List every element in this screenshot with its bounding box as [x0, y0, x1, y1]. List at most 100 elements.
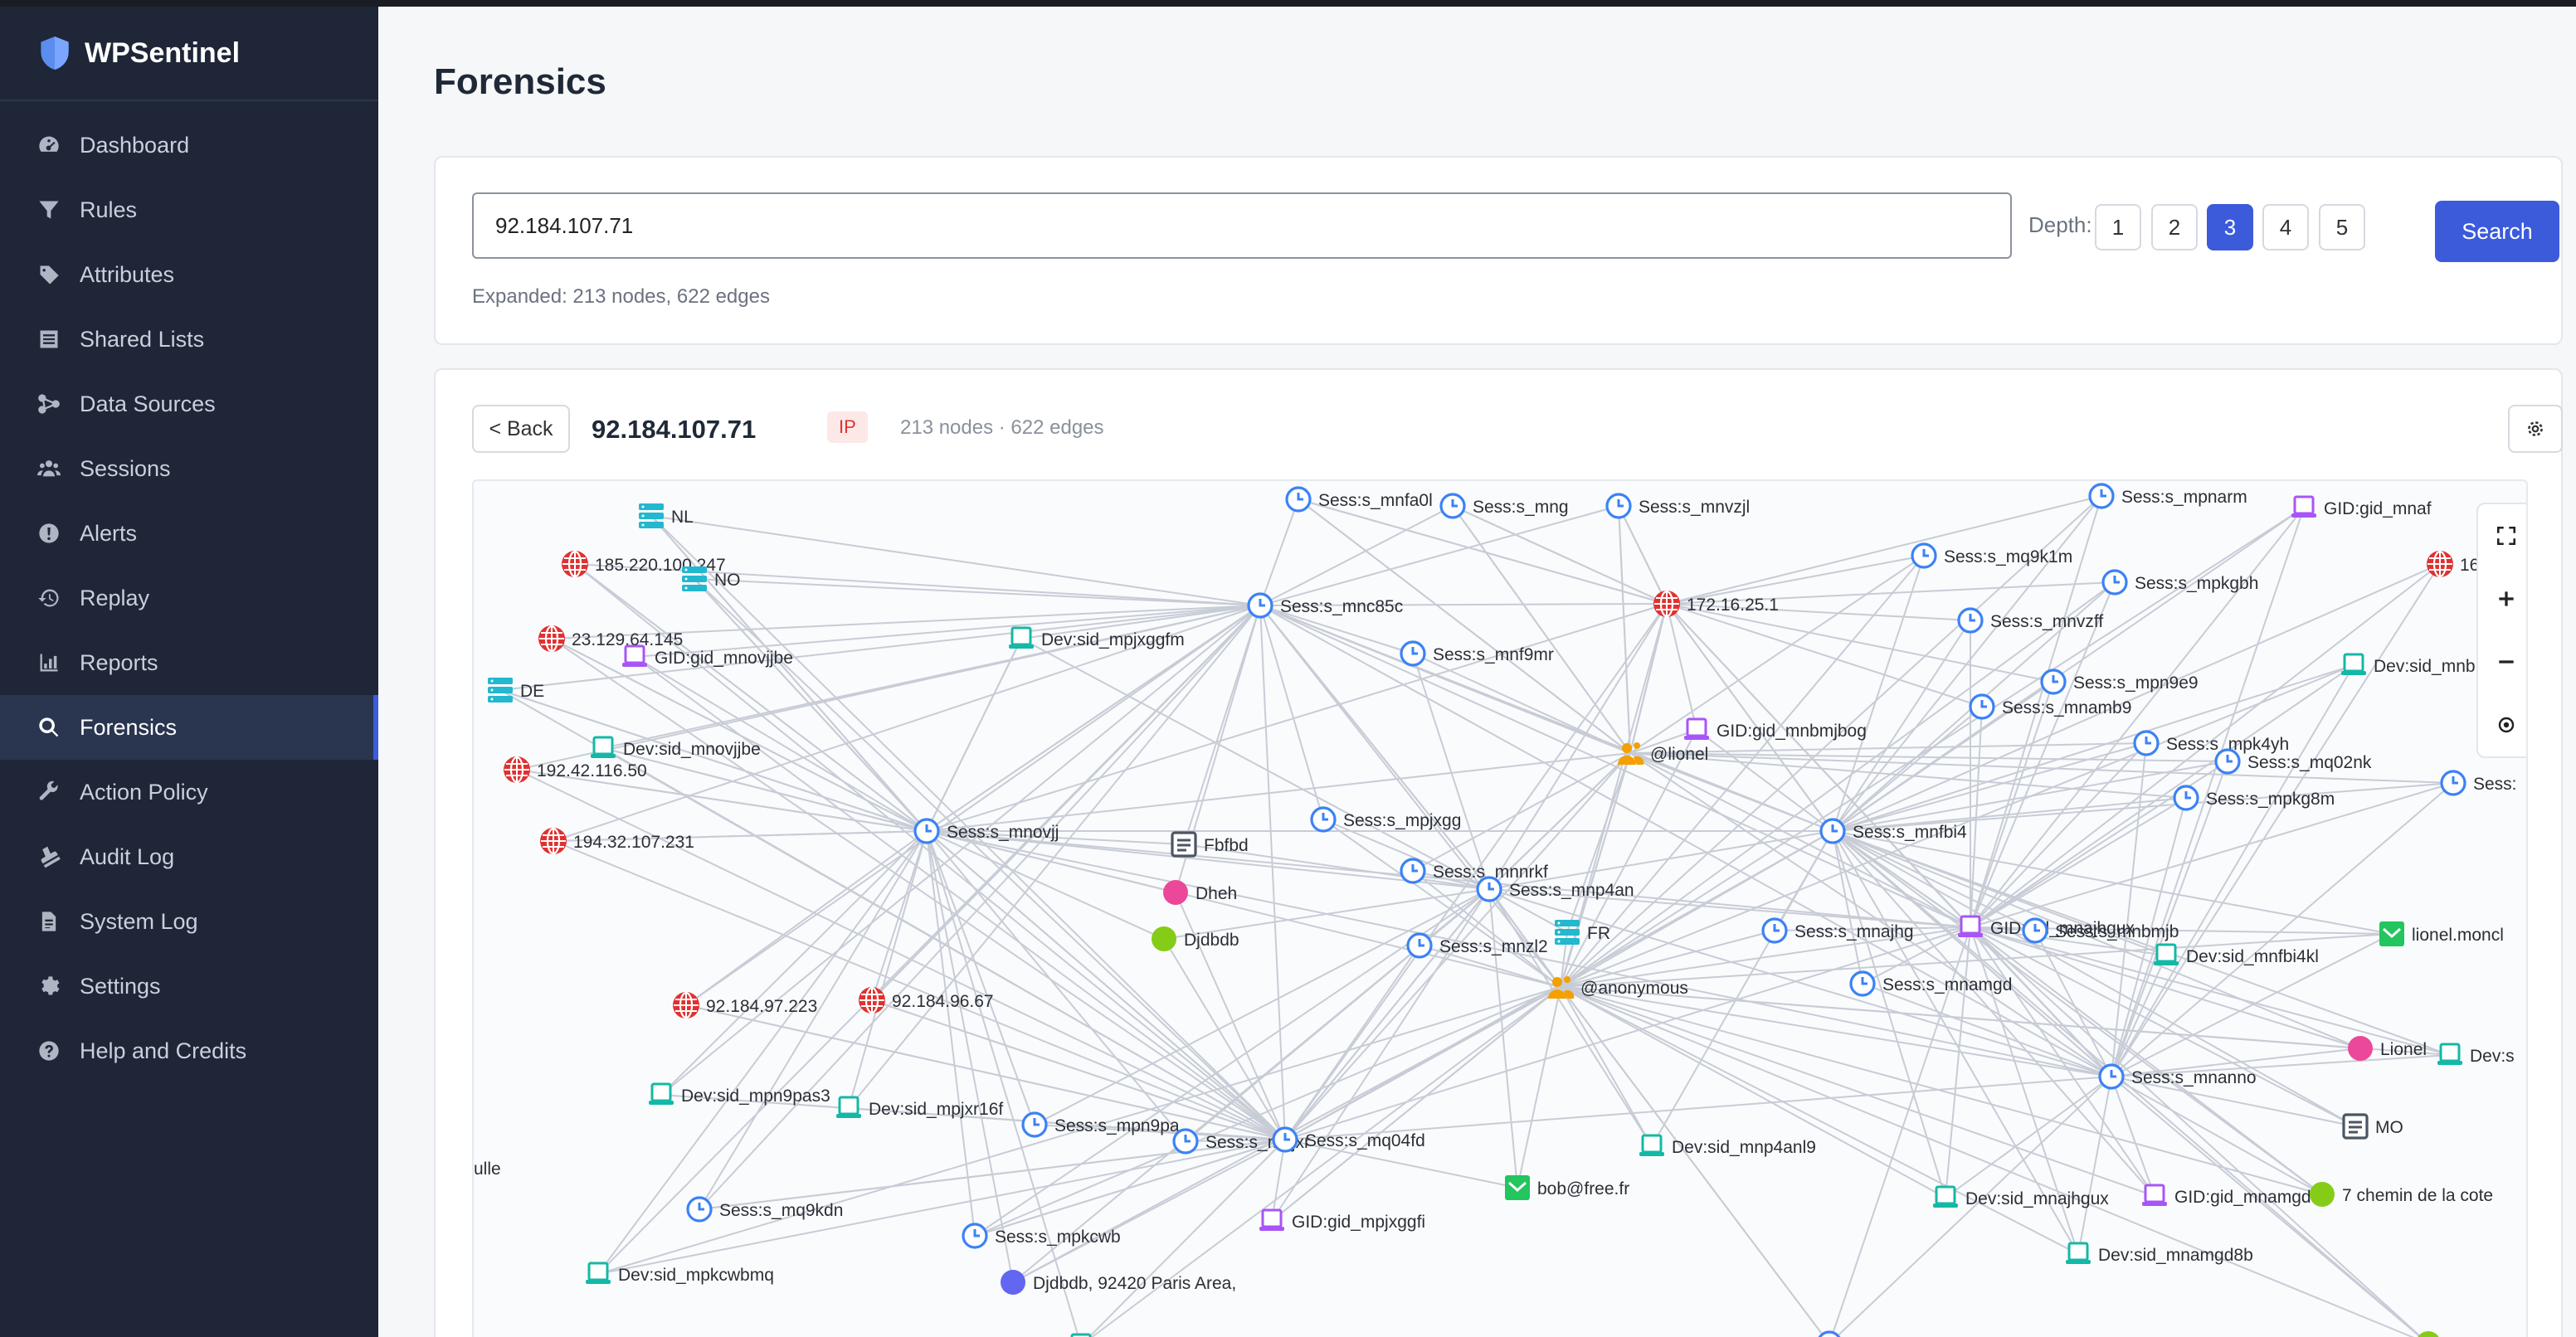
graph-node-ip[interactable]: 92.184.97.223 [673, 991, 817, 1019]
graph-node-device[interactable]: Dev:sid_mpn9pas3 [649, 1082, 830, 1106]
graph-svg[interactable]: NL185.220.100.247NO23.129.64.145GID:gid_… [474, 481, 2528, 1337]
sidebar-item-sessions[interactable]: Sessions [0, 436, 378, 501]
graph-node-ip[interactable]: 194.32.107.231 [540, 827, 694, 855]
depth-button-5[interactable]: 5 [2319, 204, 2365, 250]
graph-node-device[interactable]: Dev:sid_mnajhgux [1933, 1185, 2109, 1208]
zoom-out-icon[interactable] [2478, 630, 2526, 693]
graph-node-session[interactable]: Sess:s_mnanno [2098, 1063, 2257, 1090]
graph-node-session[interactable]: Sess:s_mnc85c [1247, 592, 1403, 619]
sidebar-item-label: Sessions [80, 455, 171, 481]
graph-node-lime[interactable]: Djdbdb [1152, 926, 1239, 951]
sidebar-item-reports[interactable]: Reports [0, 630, 378, 695]
sidebar-item-data-sources[interactable]: Data Sources [0, 372, 378, 436]
graph-node-session[interactable]: Sess:s_mnvzff [1957, 607, 2103, 634]
graph-node-session[interactable]: Sess:s_mnvzjl [1605, 493, 1750, 519]
graph-node-session[interactable]: Sess:s_mnajhg [1761, 917, 1914, 944]
graph-node-session[interactable]: Sess:s_mnzl2 [1406, 932, 1548, 959]
sidebar-item-action-policy[interactable]: Action Policy [0, 760, 378, 824]
graph-edge [1452, 505, 1668, 605]
graph-node-lime[interactable]: 4 rue pi [2416, 1331, 2506, 1337]
graph-node-device[interactable]: Dev:s [2437, 1043, 2515, 1066]
search-button[interactable]: Search [2435, 201, 2559, 262]
wrench-icon [37, 780, 61, 805]
graph-canvas[interactable]: NL 185.220.100.247 NO 23.129.64.145 GID:gid_… [472, 479, 2528, 1337]
graph-node-gid[interactable]: GID:gid_mnamgd8b [2142, 1184, 2330, 1207]
graph-node-pink[interactable]: Lionel [2348, 1036, 2427, 1061]
back-button[interactable]: < Back [472, 405, 570, 453]
depth-button-2[interactable]: 2 [2151, 204, 2198, 250]
graph-node-session[interactable]: Sess:s_mpk4yh [2133, 730, 2289, 756]
graph-node-session[interactable]: Sess:s_mpkg8m [2173, 785, 2335, 811]
graph-node-gid[interactable]: GID:gid_mnbmjbog [1684, 717, 1867, 741]
graph-node-label: 7 chemin de la cote [2342, 1186, 2493, 1205]
graph-edge [660, 830, 928, 1096]
graph-node-device[interactable]: Dev:sid_mpjxr16f [836, 1096, 1003, 1119]
sidebar-item-dashboard[interactable]: Dashboard [0, 113, 378, 177]
sidebar-item-label: Dashboard [80, 132, 190, 158]
graph-node-email[interactable]: lionel.moncl [2379, 921, 2504, 946]
sidebar-item-system-log[interactable]: System Log [0, 889, 378, 954]
zoom-in-icon[interactable] [2478, 567, 2526, 630]
graph-node-device[interactable]: Dev:sid_mnb [2341, 653, 2476, 676]
sidebar-item-replay[interactable]: Replay [0, 566, 378, 630]
graph-node-lime[interactable]: 7 chemin de la cote [2310, 1182, 2493, 1207]
sidebar-item-label: Attributes [80, 261, 175, 287]
graph-node-session[interactable]: Sess:s_mnovjj [913, 818, 1059, 844]
graph-node-session[interactable]: Sess:s_mnamgd [1849, 970, 2012, 997]
expanded-summary: Expanded: 213 nodes, 622 edges [472, 285, 770, 308]
graph-node-label: Sess: [2473, 775, 2517, 794]
graph-node-session[interactable]: Sess:s_mng [1439, 493, 1569, 519]
graph-node-label: GID:gid_mnamgd8b [2174, 1188, 2330, 1207]
search-input[interactable]: 92.184.107.71 [472, 192, 2012, 259]
sidebar-item-help-and-credits[interactable]: Help and Credits [0, 1019, 378, 1083]
graph-node-email[interactable]: bob@free.fr [1505, 1175, 1629, 1200]
graph-node-doc[interactable]: Fbfbd [1171, 831, 1249, 858]
reset-icon[interactable] [2478, 693, 2526, 756]
sidebar-item-settings[interactable]: Settings [0, 954, 378, 1019]
graph-node-gid[interactable]: GID:gid_mnaf [2291, 495, 2432, 518]
graph-node-device[interactable]: Dev:sid_mnamgd8b [2066, 1242, 2253, 1265]
sidebar-item-label: System Log [80, 908, 198, 934]
sidebar-item-attributes[interactable]: Attributes [0, 242, 378, 307]
graph-node-session[interactable]: Sess:s_mpn9e9 [2040, 668, 2199, 695]
graph-node-label: Dev:sid_mpn9pas3 [681, 1087, 830, 1106]
graph-edge [926, 830, 1286, 1140]
zoom-controls [2476, 503, 2526, 758]
graph-node-text[interactable]: ulle [474, 1160, 501, 1179]
depth-button-1[interactable]: 1 [2095, 204, 2141, 250]
graph-node-label: GID:gid_mpjxggfi [1292, 1213, 1425, 1232]
sidebar-item-audit-log[interactable]: Audit Log [0, 824, 378, 889]
graph-node-doc[interactable]: MO [2342, 1113, 2403, 1140]
sidebar-item-label: Replay [80, 585, 150, 610]
graph-node-ip[interactable]: 92.184.96.67 [859, 986, 994, 1014]
graph-node-session[interactable]: Sess:s_mq9kdn [686, 1196, 843, 1223]
depth-button-4[interactable]: 4 [2262, 204, 2309, 250]
graph-node-session[interactable]: Sess:s_mpn9pa [1021, 1111, 1180, 1138]
fit-icon[interactable] [2478, 504, 2526, 567]
graph-node-session[interactable]: Sess:s_mpkgbh [2101, 569, 2258, 596]
brand[interactable]: WPSentinel [0, 7, 378, 101]
graph-node-pink[interactable]: Dheh [1163, 880, 1237, 905]
sidebar-item-alerts[interactable]: Alerts [0, 501, 378, 566]
sidebar-item-rules[interactable]: Rules [0, 177, 378, 242]
graph-node-device[interactable]: Dev:sid_mnp4anl9 [1639, 1134, 1816, 1157]
graph-node-session[interactable]: Sess:s_mnf9mr [1400, 640, 1554, 667]
graph-node-gid[interactable]: GID:gid_mpjxggfi [1259, 1208, 1425, 1232]
graph-node-device[interactable]: Dev:sid_mpkcwbmq [586, 1262, 774, 1285]
graph-node-label: NL [671, 508, 694, 527]
dashboard-icon [37, 133, 61, 158]
graph-node-server[interactable]: FR [1555, 920, 1610, 945]
graph-node-session[interactable]: Sess: [2440, 770, 2517, 796]
graph-node-server[interactable]: NL [639, 503, 694, 528]
graph-node-indigo[interactable]: Djdbdb, 92420 Paris Area, [1001, 1270, 1236, 1295]
graph-node-ip[interactable]: 16 [2427, 550, 2479, 578]
sidebar-item-forensics[interactable]: Forensics [0, 695, 378, 760]
depth-button-3[interactable]: 3 [2207, 204, 2253, 250]
graph-node-session[interactable]: Sess:s_mpnarm [2088, 483, 2247, 509]
graph-node-session[interactable]: Sess:s_mq9k1m [1911, 542, 2072, 569]
sidebar-item-shared-lists[interactable]: Shared Lists [0, 307, 378, 372]
graph-edge [926, 830, 1165, 940]
graph-edge [1183, 605, 1261, 845]
graph-settings-button[interactable] [2508, 405, 2563, 453]
graph-node-session[interactable]: Sess:s_mnamb9 [1969, 693, 2131, 720]
